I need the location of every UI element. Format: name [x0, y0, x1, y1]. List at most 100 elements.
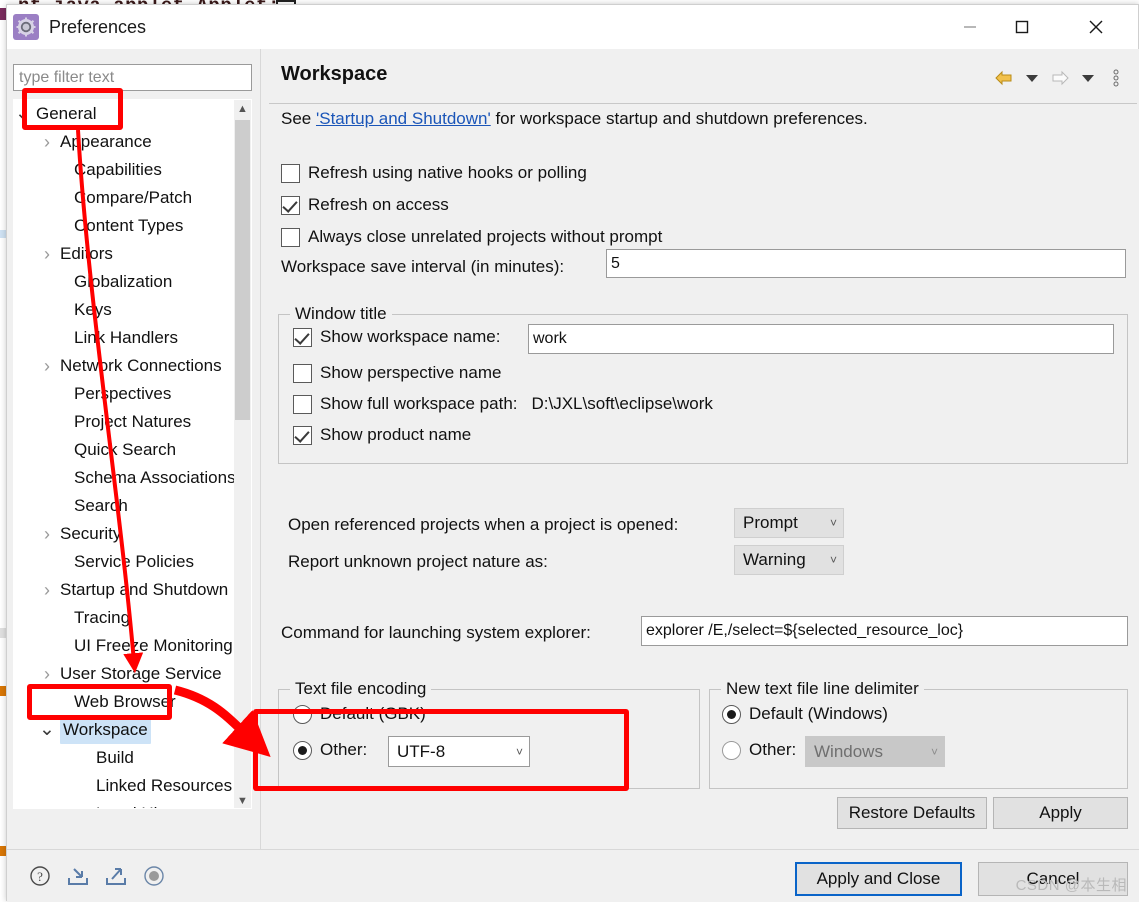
restore-defaults-button[interactable]: Restore Defaults: [837, 797, 987, 829]
sidebar-item-globalization[interactable]: Globalization: [14, 268, 236, 296]
sidebar-item-linked-resources[interactable]: Linked Resources: [14, 772, 236, 800]
checkbox-box[interactable]: [293, 363, 312, 383]
chevron-down-icon[interactable]: ⌄: [14, 100, 32, 128]
sidebar-item-security[interactable]: › Security: [14, 520, 236, 548]
back-menu-chevron-down-icon[interactable]: [1021, 65, 1043, 91]
close-button[interactable]: [1072, 5, 1120, 48]
radio-delimiter-other[interactable]: Other:: [722, 740, 796, 760]
sidebar-item-label: Link Handlers: [74, 328, 178, 347]
chevron-right-icon[interactable]: ›: [38, 576, 56, 604]
scroll-down-icon[interactable]: ▼: [234, 792, 251, 808]
sidebar-item-link-handlers[interactable]: Link Handlers: [14, 324, 236, 352]
sidebar-item-general[interactable]: ⌄ General: [14, 100, 236, 128]
sidebar-item-project-natures[interactable]: Project Natures: [14, 408, 236, 436]
sidebar-item-network-connections[interactable]: › Network Connections: [14, 352, 236, 380]
sidebar-item-local-history[interactable]: Local History: [14, 800, 236, 808]
explorer-command-input[interactable]: [641, 616, 1128, 646]
sidebar-item-content-types[interactable]: Content Types: [14, 212, 236, 240]
chevron-down-icon[interactable]: ⌄: [38, 716, 56, 744]
sidebar-item-quick-search[interactable]: Quick Search: [14, 436, 236, 464]
forward-menu-chevron-down-icon[interactable]: [1077, 65, 1099, 91]
sidebar-item-appearance[interactable]: › Appearance: [14, 128, 236, 156]
workspace-name-input[interactable]: [528, 324, 1114, 354]
tree-vertical-scrollbar[interactable]: ▲ ▼: [234, 100, 251, 808]
sidebar-item-keys[interactable]: Keys: [14, 296, 236, 324]
radio-button[interactable]: [722, 704, 741, 724]
sidebar-item-tracing[interactable]: Tracing: [14, 604, 236, 632]
checkbox-show-workspace-name[interactable]: Show workspace name:: [293, 327, 500, 347]
sidebar-item-perspectives[interactable]: Perspectives: [14, 380, 236, 408]
sidebar-item-editors[interactable]: › Editors: [14, 240, 236, 268]
checkbox-label: Show product name: [320, 425, 472, 444]
export-icon[interactable]: [103, 863, 129, 889]
radio-button[interactable]: [722, 740, 741, 760]
sidebar-item-startup-and-shutdown[interactable]: › Startup and Shutdown: [14, 576, 236, 604]
minimize-button[interactable]: [946, 5, 994, 48]
report-nature-combo[interactable]: Warning ˅: [734, 545, 844, 575]
tree-scroll-thumb[interactable]: [235, 120, 250, 420]
sidebar-item-service-policies[interactable]: Service Policies: [14, 548, 236, 576]
sidebar-item-label: Globalization: [74, 272, 173, 291]
delimiter-other-combo: Windows ˅: [805, 736, 945, 767]
chevron-down-icon: ˅: [515, 744, 523, 759]
checkbox-show-perspective-name[interactable]: Show perspective name: [293, 363, 501, 383]
apply-button[interactable]: Apply: [993, 797, 1128, 829]
checkbox-refresh-native-hooks[interactable]: Refresh using native hooks or polling: [281, 163, 587, 183]
sidebar-item-workspace[interactable]: ⌄ Workspace: [14, 716, 236, 744]
vertical-dots-icon[interactable]: [1105, 65, 1127, 91]
radio-encoding-default[interactable]: Default (GBK): [293, 704, 426, 724]
checkbox-show-product-name[interactable]: Show product name: [293, 425, 471, 445]
radio-button[interactable]: [293, 740, 312, 760]
encoding-other-combo[interactable]: UTF-8 ˅: [388, 736, 530, 767]
open-referenced-combo[interactable]: Prompt ˅: [734, 508, 844, 538]
sidebar-item-ui-freeze-monitoring[interactable]: UI Freeze Monitoring: [14, 632, 236, 660]
record-circle-icon[interactable]: [141, 863, 167, 889]
preferences-tree[interactable]: ⌄ General › Appearance Capabilities Compare/P…: [14, 100, 236, 808]
sidebar-item-label: Workspace: [60, 716, 151, 744]
workspace-path-value: D:\JXL\soft\eclipse\work: [531, 394, 713, 413]
sidebar-item-build[interactable]: Build: [14, 744, 236, 772]
checkbox-box[interactable]: [293, 425, 312, 445]
sidebar-item-label: Startup and Shutdown: [60, 580, 229, 599]
sidebar-item-compare-patch[interactable]: Compare/Patch: [14, 184, 236, 212]
sidebar-item-label: Security: [60, 524, 122, 543]
chevron-right-icon[interactable]: ›: [38, 128, 56, 156]
startup-shutdown-link[interactable]: 'Startup and Shutdown': [316, 109, 491, 128]
sidebar-item-search[interactable]: Search: [14, 492, 236, 520]
sidebar-item-user-storage-service[interactable]: › User Storage Service: [14, 660, 236, 688]
radio-button[interactable]: [293, 704, 312, 724]
apply-and-close-button[interactable]: Apply and Close: [795, 862, 962, 896]
chevron-right-icon[interactable]: ›: [38, 520, 56, 548]
import-icon[interactable]: [65, 863, 91, 889]
maximize-button[interactable]: [998, 5, 1046, 48]
sidebar-item-label: Content Types: [74, 216, 184, 235]
radio-delimiter-default[interactable]: Default (Windows): [722, 704, 888, 724]
checkbox-show-full-workspace-path[interactable]: Show full workspace path: D:\JXL\soft\ec…: [293, 394, 713, 414]
sidebar-item-capabilities[interactable]: Capabilities: [14, 156, 236, 184]
chevron-right-icon[interactable]: ›: [38, 240, 56, 268]
sidebar-item-schema-associations[interactable]: Schema Associations: [14, 464, 236, 492]
window-title-legend: Window title: [290, 304, 392, 324]
chevron-right-icon[interactable]: ›: [38, 352, 56, 380]
sidebar-item-web-browser[interactable]: Web Browser: [14, 688, 236, 716]
chevron-down-icon: ˅: [930, 744, 938, 759]
checkbox-box[interactable]: [281, 227, 300, 247]
checkbox-box[interactable]: [281, 195, 300, 215]
checkbox-box[interactable]: [293, 394, 312, 414]
back-arrow-icon[interactable]: [993, 65, 1015, 91]
checkbox-refresh-on-access[interactable]: Refresh on access: [281, 195, 449, 215]
checkbox-box[interactable]: [281, 163, 300, 183]
chevron-right-icon[interactable]: ›: [38, 660, 56, 688]
filter-input[interactable]: [13, 64, 252, 91]
radio-encoding-other[interactable]: Other:: [293, 740, 367, 760]
checkbox-box[interactable]: [293, 327, 312, 347]
question-mark-icon[interactable]: ?: [27, 863, 53, 889]
scroll-up-icon[interactable]: ▲: [234, 100, 251, 118]
checkbox-always-close-unrelated[interactable]: Always close unrelated projects without …: [281, 227, 662, 247]
sidebar-item-label: Service Policies: [74, 552, 194, 571]
save-interval-input[interactable]: [606, 249, 1126, 278]
sidebar-item-label: Local History: [96, 800, 194, 808]
line-delimiter-group: New text file line delimiter Default (Wi…: [709, 679, 1128, 789]
sidebar-item-label: Appearance: [60, 132, 152, 151]
checkbox-label: Show full workspace path:: [320, 394, 518, 413]
